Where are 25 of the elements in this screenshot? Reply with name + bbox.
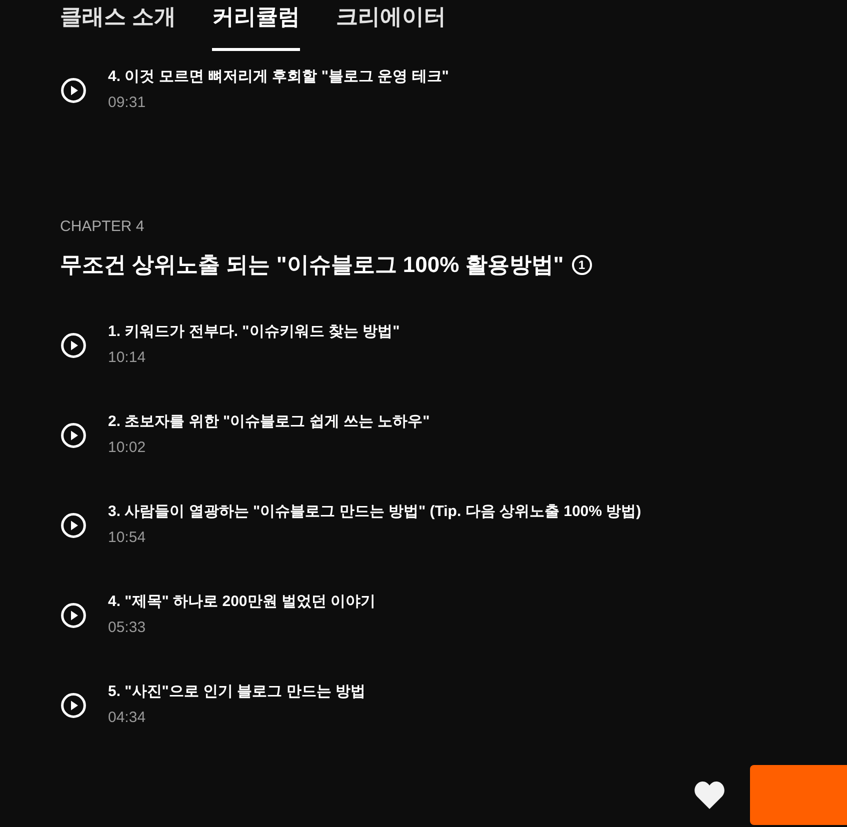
lesson-title: 2. 초보자를 위한 "이슈블로그 쉽게 쓰는 노하우": [108, 412, 430, 432]
lesson-duration: 09:31: [108, 93, 146, 113]
play-icon[interactable]: [61, 512, 86, 538]
lesson-duration: 10:02: [108, 438, 146, 458]
play-icon[interactable]: [61, 692, 86, 718]
lesson-title: 3. 사람들이 열광하는 "이슈블로그 만드는 방법" (Tip. 다음 상위노출 100% 방법): [108, 502, 642, 522]
chapter-title: 무조건 상위노출 되는 "이슈블로그 100% 활용방법": [60, 251, 564, 279]
heart-icon[interactable]: [694, 781, 725, 809]
lesson-duration: 10:14: [108, 348, 146, 368]
play-icon[interactable]: [61, 602, 86, 628]
lesson-duration: 05:33: [108, 618, 146, 638]
lesson-title: 4. 이것 모르면 뼈저리게 후회할 "블로그 운영 테크": [108, 67, 449, 87]
lesson-title: 5. "사진"으로 인기 블로그 만드는 방법: [108, 682, 366, 702]
chapter-label: CHAPTER 4: [60, 217, 144, 237]
lesson-duration: 04:34: [108, 708, 146, 728]
play-icon[interactable]: [61, 422, 86, 448]
tab[interactable]: 클래스 소개: [60, 0, 176, 51]
lesson-title: 4. "제목" 하나로 200만원 벌었던 이야기: [108, 592, 376, 612]
play-icon[interactable]: [61, 332, 86, 358]
tab[interactable]: 크리에이터: [336, 0, 446, 51]
lesson-duration: 10:54: [108, 528, 146, 548]
number-badge: 1: [572, 255, 592, 275]
tab[interactable]: 커리큘럼: [212, 0, 300, 51]
play-icon[interactable]: [61, 78, 86, 102]
lesson-title: 1. 키워드가 전부다. "이슈키워드 찾는 방법": [108, 322, 400, 342]
